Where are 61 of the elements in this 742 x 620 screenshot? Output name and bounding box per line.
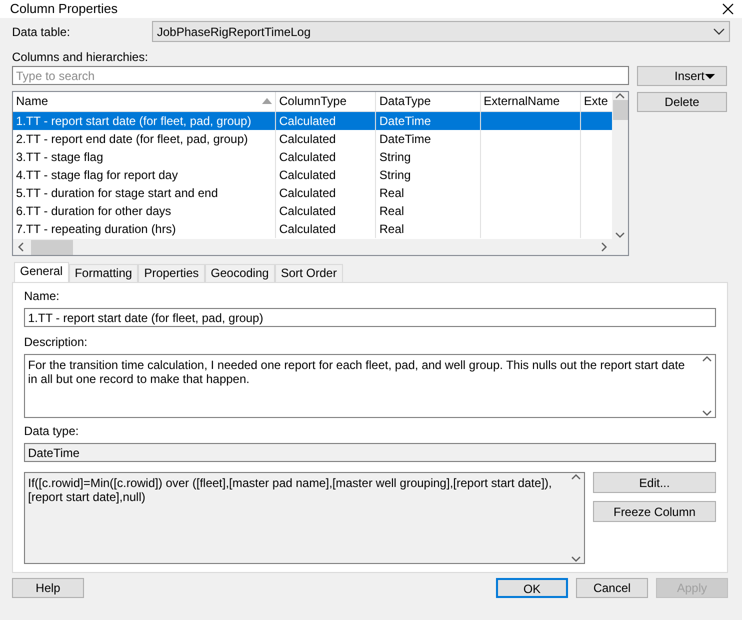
table-cell: DateTime [379,132,431,146]
field-label: Name: [24,288,60,305]
expression-text: If([c.rowid]=Min([c.rowid]) over ([fleet],[master pad name],[master well grouping],[report start date]),[report start date],null) [27,475,553,506]
field-label: Description: [24,334,88,351]
scrollbar-thumb[interactable] [612,100,628,120]
insert-button[interactable]: Insert [637,66,727,86]
column-header[interactable]: Name [13,92,276,111]
tab[interactable]: General [14,262,69,282]
table-cell: 2.TT - report end date (for fleet, pad, group) [16,132,248,146]
table-cell: Real [379,222,404,236]
field-label: Data table: [12,24,72,40]
column-header[interactable]: ColumnType [276,92,376,111]
tab[interactable]: Sort Order [274,264,343,282]
table-cell: String [379,150,411,164]
tab[interactable]: Geocoding [204,264,275,282]
delete-button[interactable]: Delete [637,92,727,112]
table-cell: Calculated [279,132,336,146]
table-cell: Calculated [279,114,336,128]
dialog-button[interactable]: OK [496,578,568,598]
tab[interactable]: Formatting [68,264,138,282]
description-field[interactable]: For the transition time calculation, I needed one report for each fleet, pad, and well group. This nulls out the report start date in all but one record to make that happen. [24,354,716,418]
scrollbar[interactable] [13,239,628,255]
section-label: Columns and hierarchies: [12,49,150,66]
column-header[interactable]: ExternalName [480,92,580,111]
table-cell: 3.TT - stage flag [16,150,104,164]
scrollbar[interactable] [612,92,628,239]
table-cell: Real [379,186,404,200]
freeze-column-button[interactable]: Freeze Column [593,501,716,522]
window-title: Column Properties [10,0,118,18]
table-cell: 1.TT - report start date (for fleet, pad, group) [16,114,252,128]
search-field[interactable]: Type to search [12,66,629,85]
table-cell: DateTime [379,114,431,128]
dialog-button[interactable]: Cancel [576,578,648,598]
table-row[interactable]: 1.TT - report start date (for fleet, pad, group) Calculated DateTime [13,111,612,130]
dialog-button[interactable]: Help [12,578,84,598]
field-label: Data type: [24,423,80,440]
table-cell: 6.TT - duration for other days [16,204,172,218]
close-icon [722,3,734,15]
data-type-field[interactable]: DateTime [24,443,716,462]
chevron-down-icon [713,28,725,35]
data-table-dropdown[interactable]: JobPhaseRigReportTimeLog [152,21,730,42]
expression-field[interactable]: If([c.rowid]=Min([c.rowid]) over ([fleet],[master pad name],[master well grouping],[report start date]),[report start date],null) [24,472,585,564]
table-cell: 5.TT - duration for stage start and end [16,186,218,200]
table-cell: 4.TT - stage flag for report day [16,168,178,182]
table-cell: Calculated [279,186,336,200]
table-cell: Real [379,204,404,218]
caret-down-icon [704,74,714,78]
column-header[interactable]: DataType [376,92,480,111]
table-cell: Calculated [279,204,336,218]
edit-button[interactable]: Edit... [593,472,716,493]
table-cell: 7.TT - repeating duration (hrs) [16,222,176,236]
scrollbar-thumb[interactable] [31,240,73,254]
table-cell: Calculated [279,150,336,164]
sort-up-icon [262,97,272,106]
table-cell: String [379,168,411,182]
tab[interactable]: Properties [138,264,205,282]
table-cell: Calculated [279,168,336,182]
dropdown-value: JobPhaseRigReportTimeLog [157,24,311,40]
table-cell: Calculated [279,222,336,236]
name-field[interactable]: 1.TT - report start date (for fleet, pad, group) [24,308,716,327]
description-text: For the transition time calculation, I needed one report for each fleet, pad, and well group. This nulls out the report start date in all but one record to make that happen. [27,357,686,388]
